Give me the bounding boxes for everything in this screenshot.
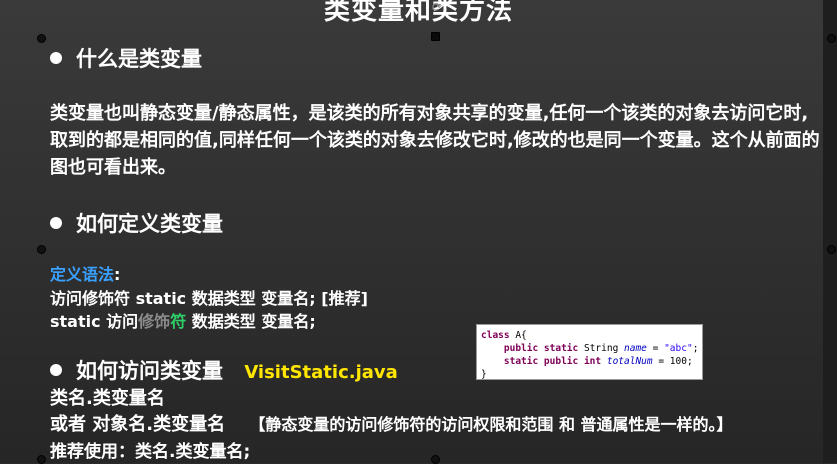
access-note: 【静态变量的访问修饰符的访问权限和范围 和 普通属性是一样的。】 <box>249 415 733 434</box>
rotate-handle-icon[interactable]: ⟳ <box>430 0 444 14</box>
syntax-line-1: 访问修饰符 static 数据类型 变量名; [推荐] <box>50 289 368 308</box>
access-line-1: 类名.类变量名 <box>50 388 165 409</box>
section-heading-access: 如何访问类变量 VisitStatic.java <box>50 355 398 385</box>
syntax-line-2: static 访问修饰符 数据类型 变量名; <box>50 312 316 331</box>
resize-handle-top-right[interactable] <box>827 34 836 43</box>
resize-handle-left[interactable] <box>37 245 46 254</box>
scrollbar-strip[interactable] <box>823 0 837 463</box>
slide-title: 类变量和类方法 <box>323 0 513 26</box>
access-line-2: 或者 对象名.类变量名 【静态变量的访问修饰符的访问权限和范围 和 普通属性是一… <box>50 414 733 435</box>
slide-canvas: 类变量和类方法 ⟳ 什么是类变量 类变量也叫静态变量/静态属性，是该类的所有对象… <box>0 0 837 464</box>
resize-handle-right[interactable] <box>827 245 836 254</box>
syntax-label: 定义语法: <box>50 265 121 284</box>
bullet-dot-icon <box>50 52 62 64</box>
resize-handle-top-left[interactable] <box>37 34 46 43</box>
section-heading-define: 如何定义类变量 <box>50 208 223 238</box>
bullet-dot-icon <box>50 364 62 376</box>
file-name-label: VisitStatic.java <box>244 362 398 383</box>
resize-handle-top[interactable] <box>431 32 440 41</box>
code-sample-image: class A{ public static String name = "ab… <box>476 324 703 380</box>
section-heading-what-is: 什么是类变量 <box>50 43 202 73</box>
bullet-dot-icon <box>50 217 62 229</box>
access-line-3: 推荐使用：类名.类变量名; <box>50 442 251 462</box>
definition-paragraph: 类变量也叫静态变量/静态属性，是该类的所有对象共享的变量,任何一个该类的对象去访… <box>50 103 820 178</box>
